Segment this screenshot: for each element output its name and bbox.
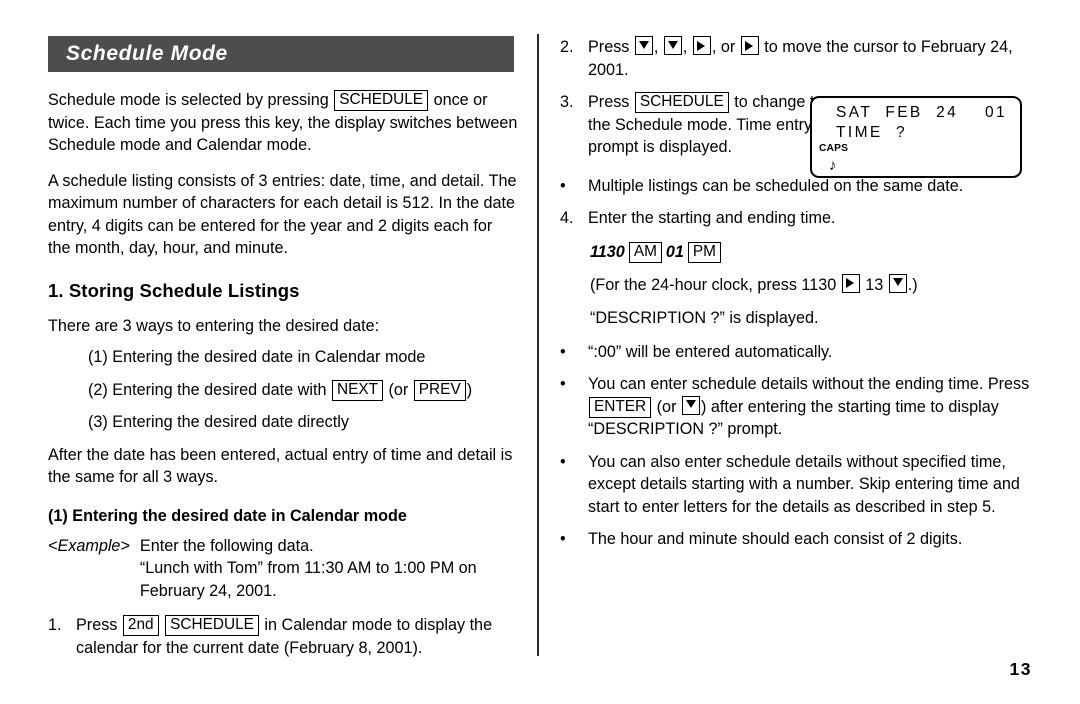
example-line-2: “Lunch with Tom” from 11:30 AM to 1:00 P… — [139, 559, 477, 600]
page-title: Schedule Mode — [66, 42, 228, 65]
key-prev: PREV — [413, 379, 466, 401]
left-column: Schedule Mode Schedule mode is selected … — [48, 36, 518, 669]
right-arrow-icon — [692, 36, 711, 55]
key-schedule: SCHEDULE — [634, 92, 729, 113]
step-4-marker: 4. — [560, 209, 574, 227]
column-divider — [537, 34, 539, 656]
intro-paragraph-1: Schedule mode is selected by pressing SC… — [48, 89, 518, 157]
way-3: (3) Entering the desired date directly — [88, 413, 349, 431]
step-3-marker: 3. — [560, 93, 574, 111]
clock-24-part-a: (For the 24-hour clock, press 1130 — [590, 275, 837, 294]
step-2: 2. Press , , , or to move the cursor to … — [560, 36, 1030, 81]
music-note-icon: ♪ — [829, 157, 837, 174]
without-ending-part-b: (or — [656, 397, 677, 416]
clock-24-part-b: 13 — [865, 275, 884, 294]
step-3-text: Press SCHEDULE to change to the Schedule… — [588, 91, 840, 159]
example-block: <Example> Enter the following data. “Lun… — [48, 535, 518, 603]
clock-24-part-c: .) — [907, 275, 918, 294]
step-2-text: Press , , , or to move the cursor to Feb… — [588, 36, 1013, 79]
down-arrow-icon — [888, 273, 907, 293]
step-4: 4. Enter the starting and ending time. — [560, 207, 1030, 230]
intro-paragraph-2: A schedule listing consists of 3 entries… — [48, 171, 517, 258]
down-arrow-icon — [663, 36, 682, 55]
bullet-auto-minutes: • “:00” will be entered automatically. — [560, 341, 1030, 364]
key-schedule: SCHEDULE — [165, 615, 259, 636]
step-3: 3. Press SCHEDULE to change to the Sched… — [560, 91, 840, 159]
down-arrow-icon — [634, 36, 653, 55]
document-page: Schedule Mode Schedule mode is selected … — [0, 0, 1080, 704]
example-body: Enter the following data. “Lunch with To… — [140, 535, 518, 603]
way-2: (2) Entering the desired date with NEXT … — [88, 379, 518, 402]
way-1: (1) Entering the desired date in Calenda… — [88, 348, 426, 366]
way-2-part-c: ) — [466, 380, 473, 399]
end-time-value: 01 — [665, 242, 684, 261]
key-schedule: SCHEDULE — [334, 90, 429, 111]
bullet-without-specified-time: • You can also enter schedule details wi… — [560, 451, 1030, 519]
lcd-display: SAT FEB 24 01 TIME ? CAPS ♪ — [810, 96, 1022, 178]
bullet-marker: • — [560, 342, 566, 361]
right-arrow-icon — [740, 36, 759, 55]
step-3-part-a: Press — [588, 93, 630, 111]
step-2-marker: 2. — [560, 38, 574, 56]
ways-lead-in: There are 3 ways to entering the desired… — [48, 316, 380, 335]
section-banner: Schedule Mode — [48, 36, 514, 72]
without-ending-part-a: You can enter schedule details without t… — [588, 375, 1030, 393]
key-enter: ENTER — [589, 396, 652, 418]
subheading-entering-calendar-mode: (1) Entering the desired date in Calenda… — [48, 506, 407, 525]
clock-24-hour-note: (For the 24-hour clock, press 1130 13 .) — [590, 273, 1030, 297]
key-am: AM — [628, 241, 662, 263]
lcd-line-2: TIME ? — [836, 124, 908, 141]
bullet-without-specified-time-text: You can also enter schedule details with… — [588, 452, 1020, 516]
intro-1-part-a: Schedule mode is selected by pressing — [48, 91, 329, 109]
key-2nd: 2nd — [122, 615, 159, 636]
step-2-separator: , or — [711, 38, 736, 56]
step-1-part-a: Press — [76, 616, 118, 634]
bullet-marker: • — [560, 375, 566, 393]
caps-indicator: CAPS — [819, 143, 849, 154]
after-date-paragraph: After the date has been entered, actual … — [48, 445, 513, 487]
key-next: NEXT — [331, 379, 383, 401]
page-number: 13 — [1009, 659, 1032, 679]
step-1-text: Press 2nd SCHEDULE in Calendar mode to d… — [76, 614, 518, 659]
bullet-marker: • — [560, 530, 566, 548]
bullet-without-ending-time: • You can enter schedule details without… — [560, 373, 1030, 441]
lcd-line-1: SAT FEB 24 01 — [836, 104, 1007, 121]
key-pm: PM — [687, 241, 722, 263]
description-prompt-line: “DESCRIPTION ?” is displayed. — [590, 309, 819, 327]
bullet-auto-minutes-text: “:00” will be entered automatically. — [588, 342, 833, 361]
step-1-marker: 1. — [48, 616, 62, 634]
example-line-1: Enter the following data. — [139, 536, 314, 555]
down-arrow-icon — [681, 395, 700, 415]
step-4-text: Enter the starting and ending time. — [588, 209, 836, 227]
bullet-marker: • — [560, 176, 566, 195]
heading-storing-schedule-listings: 1. Storing Schedule Listings — [48, 279, 300, 301]
example-label: <Example> — [48, 536, 130, 555]
right-arrow-icon — [841, 273, 860, 293]
bullet-two-digits-text: The hour and minute should each consist … — [588, 530, 963, 548]
time-entry-sequence: 1130 AM 01 PM — [590, 240, 1030, 264]
bullet-marker: • — [560, 452, 566, 471]
bullet-two-digits: • The hour and minute should each consis… — [560, 528, 1030, 551]
way-2-part-a: (2) Entering the desired date with — [88, 380, 327, 399]
way-2-part-b: (or — [388, 380, 409, 399]
start-time-value: 1130 — [590, 242, 625, 261]
ways-list: (1) Entering the desired date in Calenda… — [48, 346, 518, 434]
step-2-part-a: Press — [588, 38, 630, 56]
bullet-without-ending-time-text: You can enter schedule details without t… — [588, 373, 1030, 441]
step-1: 1. Press 2nd SCHEDULE in Calendar mode t… — [48, 614, 518, 659]
